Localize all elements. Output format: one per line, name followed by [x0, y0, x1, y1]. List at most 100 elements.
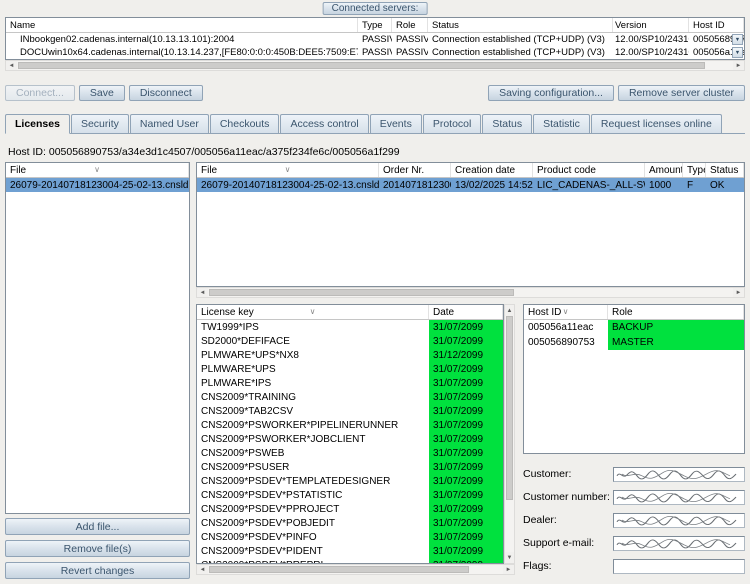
license-key-row[interactable]: CNS2009*PSUSER31/07/2099: [197, 460, 503, 474]
license-key-row[interactable]: CNS2009*PSDEV*PSTATISTIC31/07/2099: [197, 488, 503, 502]
scrollbar-track[interactable]: [208, 288, 733, 297]
license-key-row[interactable]: CNS2009*PSWORKER*PIPELINERUNNER31/07/209…: [197, 418, 503, 432]
remove-server-cluster-button[interactable]: Remove server cluster: [618, 85, 745, 101]
host-role-header: Host ID∨Role: [524, 305, 744, 320]
column-header-type[interactable]: Type: [683, 163, 706, 177]
remove-file-button[interactable]: Remove file(s): [5, 540, 190, 557]
column-header-license-key[interactable]: License key∨: [197, 305, 429, 319]
support-email-field[interactable]: [613, 536, 745, 551]
host-id-line: Host ID: 005056890753/a34e3d1c4507/00505…: [8, 146, 400, 158]
save-button[interactable]: Save: [79, 85, 125, 101]
license-table-hscrollbar[interactable]: ◄ ►: [196, 287, 745, 298]
license-key-row[interactable]: CNS2009*PSDEV*PINFO31/07/2099: [197, 530, 503, 544]
server-table-hscrollbar[interactable]: ◄ ►: [5, 60, 745, 71]
license-row[interactable]: 26079-20140718123004-25-02-13.cnsldb2014…: [197, 178, 744, 192]
dealer-label: Dealer:: [523, 514, 613, 526]
host-role-row[interactable]: 005056a11eacBACKUP: [524, 320, 744, 335]
tab-status[interactable]: Status: [482, 114, 532, 133]
connect-button[interactable]: Connect...: [5, 85, 75, 101]
expiry-date-cell: 31/07/2099: [429, 418, 503, 432]
scroll-right-icon[interactable]: ►: [733, 61, 744, 70]
tab-licenses[interactable]: Licenses: [5, 114, 70, 134]
tab-named-user[interactable]: Named User: [130, 114, 209, 133]
column-header-version[interactable]: Version: [613, 18, 689, 32]
license-key-hscrollbar[interactable]: ◄ ►: [196, 564, 515, 575]
license-key-row[interactable]: TW1999*IPS31/07/2099: [197, 320, 503, 334]
chevron-down-icon[interactable]: ▼: [732, 34, 743, 45]
scroll-left-icon[interactable]: ◄: [6, 61, 17, 70]
saving-configuration-button[interactable]: Saving configuration...: [488, 85, 614, 101]
column-header-file[interactable]: File∨: [197, 163, 379, 177]
flags-field[interactable]: [613, 559, 745, 574]
column-header-type[interactable]: Type: [358, 18, 392, 32]
tab-checkouts[interactable]: Checkouts: [210, 114, 280, 133]
scrollbar-track[interactable]: [208, 565, 503, 574]
revert-changes-button[interactable]: Revert changes: [5, 562, 190, 579]
license-key-row[interactable]: PLMWARE*UPS31/07/2099: [197, 362, 503, 376]
license-key-row[interactable]: SD2000*DEFIFACE31/07/2099: [197, 334, 503, 348]
disconnect-button[interactable]: Disconnect: [129, 85, 203, 101]
server-row[interactable]: INbookgen02.cadenas.internal(10.13.13.10…: [6, 33, 744, 46]
sort-chevron-icon: ∨: [310, 305, 316, 318]
host-role-row[interactable]: 005056890753MASTER: [524, 335, 744, 350]
add-file-button[interactable]: Add file...: [5, 518, 190, 535]
column-header-status[interactable]: Status: [428, 18, 613, 32]
chevron-down-icon[interactable]: ▼: [732, 47, 743, 58]
scroll-left-icon[interactable]: ◄: [197, 565, 208, 574]
tab-request-licenses-online[interactable]: Request licenses online: [591, 114, 722, 133]
file-list: File∨ 26079-20140718123004-25-02-13.cnsl…: [5, 162, 190, 514]
column-header-host-id[interactable]: Host ID∨: [524, 305, 608, 319]
scroll-right-icon[interactable]: ►: [733, 288, 744, 297]
scroll-left-icon[interactable]: ◄: [197, 288, 208, 297]
tab-statistic[interactable]: Statistic: [533, 114, 590, 133]
customer-number-field[interactable]: [613, 490, 745, 505]
license-key-row[interactable]: CNS2009*PSDEV*POBJEDIT31/07/2099: [197, 516, 503, 530]
customer-field[interactable]: [613, 467, 745, 482]
column-header-amount[interactable]: Amount: [645, 163, 683, 177]
column-header-role[interactable]: Role: [392, 18, 428, 32]
scroll-down-icon[interactable]: ▼: [505, 552, 514, 563]
cell: CNS2009*PSWORKER*JOBCLIENT: [197, 434, 429, 445]
license-file-table: File∨Order Nr.Creation dateProduct codeA…: [196, 162, 745, 287]
license-key-row[interactable]: CNS2009*TAB2CSV31/07/2099: [197, 404, 503, 418]
scrollbar-thumb[interactable]: [506, 316, 513, 500]
column-header-name[interactable]: Name: [6, 18, 358, 32]
scrollbar-thumb[interactable]: [18, 62, 705, 69]
column-header-role[interactable]: Role: [608, 305, 744, 319]
license-key-row[interactable]: PLMWARE*UPS*NX831/12/2099: [197, 348, 503, 362]
scrollbar-thumb[interactable]: [209, 289, 514, 296]
scrollbar-track[interactable]: [505, 316, 514, 552]
license-key-row[interactable]: CNS2009*PSWORKER*JOBCLIENT31/07/2099: [197, 432, 503, 446]
server-row[interactable]: DOCUwin10x64.cadenas.internal(10.13.14.2…: [6, 46, 744, 59]
license-key-row[interactable]: CNS2009*PSWEB31/07/2099: [197, 446, 503, 460]
scrollbar-track[interactable]: [17, 61, 733, 70]
cell: PASSIVE: [358, 34, 392, 45]
cell: CNS2009*PSUSER: [197, 462, 429, 473]
license-key-row[interactable]: CNS2009*PSDEV*TEMPLATEDESIGNER31/07/2099: [197, 474, 503, 488]
tab-protocol[interactable]: Protocol: [423, 114, 482, 133]
connected-servers-button[interactable]: Connected servers:: [323, 2, 428, 15]
column-header-status[interactable]: Status: [706, 163, 744, 177]
file-row[interactable]: 26079-20140718123004-25-02-13.cnsldb: [6, 178, 189, 192]
column-header-creation-date[interactable]: Creation date: [451, 163, 533, 177]
license-key-row[interactable]: CNS2009*PSDEV*PIDENT31/07/2099: [197, 544, 503, 558]
tab-access-control[interactable]: Access control: [280, 114, 368, 133]
license-key-row[interactable]: CNS2009*TRAINING31/07/2099: [197, 390, 503, 404]
dealer-field[interactable]: [613, 513, 745, 528]
tab-security[interactable]: Security: [71, 114, 129, 133]
license-key-vscrollbar[interactable]: ▲ ▼: [504, 304, 515, 564]
host-role-table: Host ID∨Role 005056a11eacBACKUP005056890…: [523, 304, 745, 454]
column-header-file[interactable]: File∨: [6, 163, 189, 177]
column-header-order-nr[interactable]: Order Nr.: [379, 163, 451, 177]
license-key-row[interactable]: CNS2009*PSDEV*PPROJECT31/07/2099: [197, 502, 503, 516]
tab-events[interactable]: Events: [370, 114, 422, 133]
column-header-date[interactable]: Date: [429, 305, 503, 319]
column-header-product-code[interactable]: Product code: [533, 163, 645, 177]
scroll-up-icon[interactable]: ▲: [505, 305, 514, 316]
scrollbar-thumb[interactable]: [209, 566, 469, 573]
column-header-host-id[interactable]: Host ID: [689, 18, 744, 32]
cell: OK: [706, 180, 744, 191]
scroll-right-icon[interactable]: ►: [503, 565, 514, 574]
license-key-row[interactable]: PLMWARE*IPS31/07/2099: [197, 376, 503, 390]
expiry-date-cell: 31/07/2099: [429, 460, 503, 474]
